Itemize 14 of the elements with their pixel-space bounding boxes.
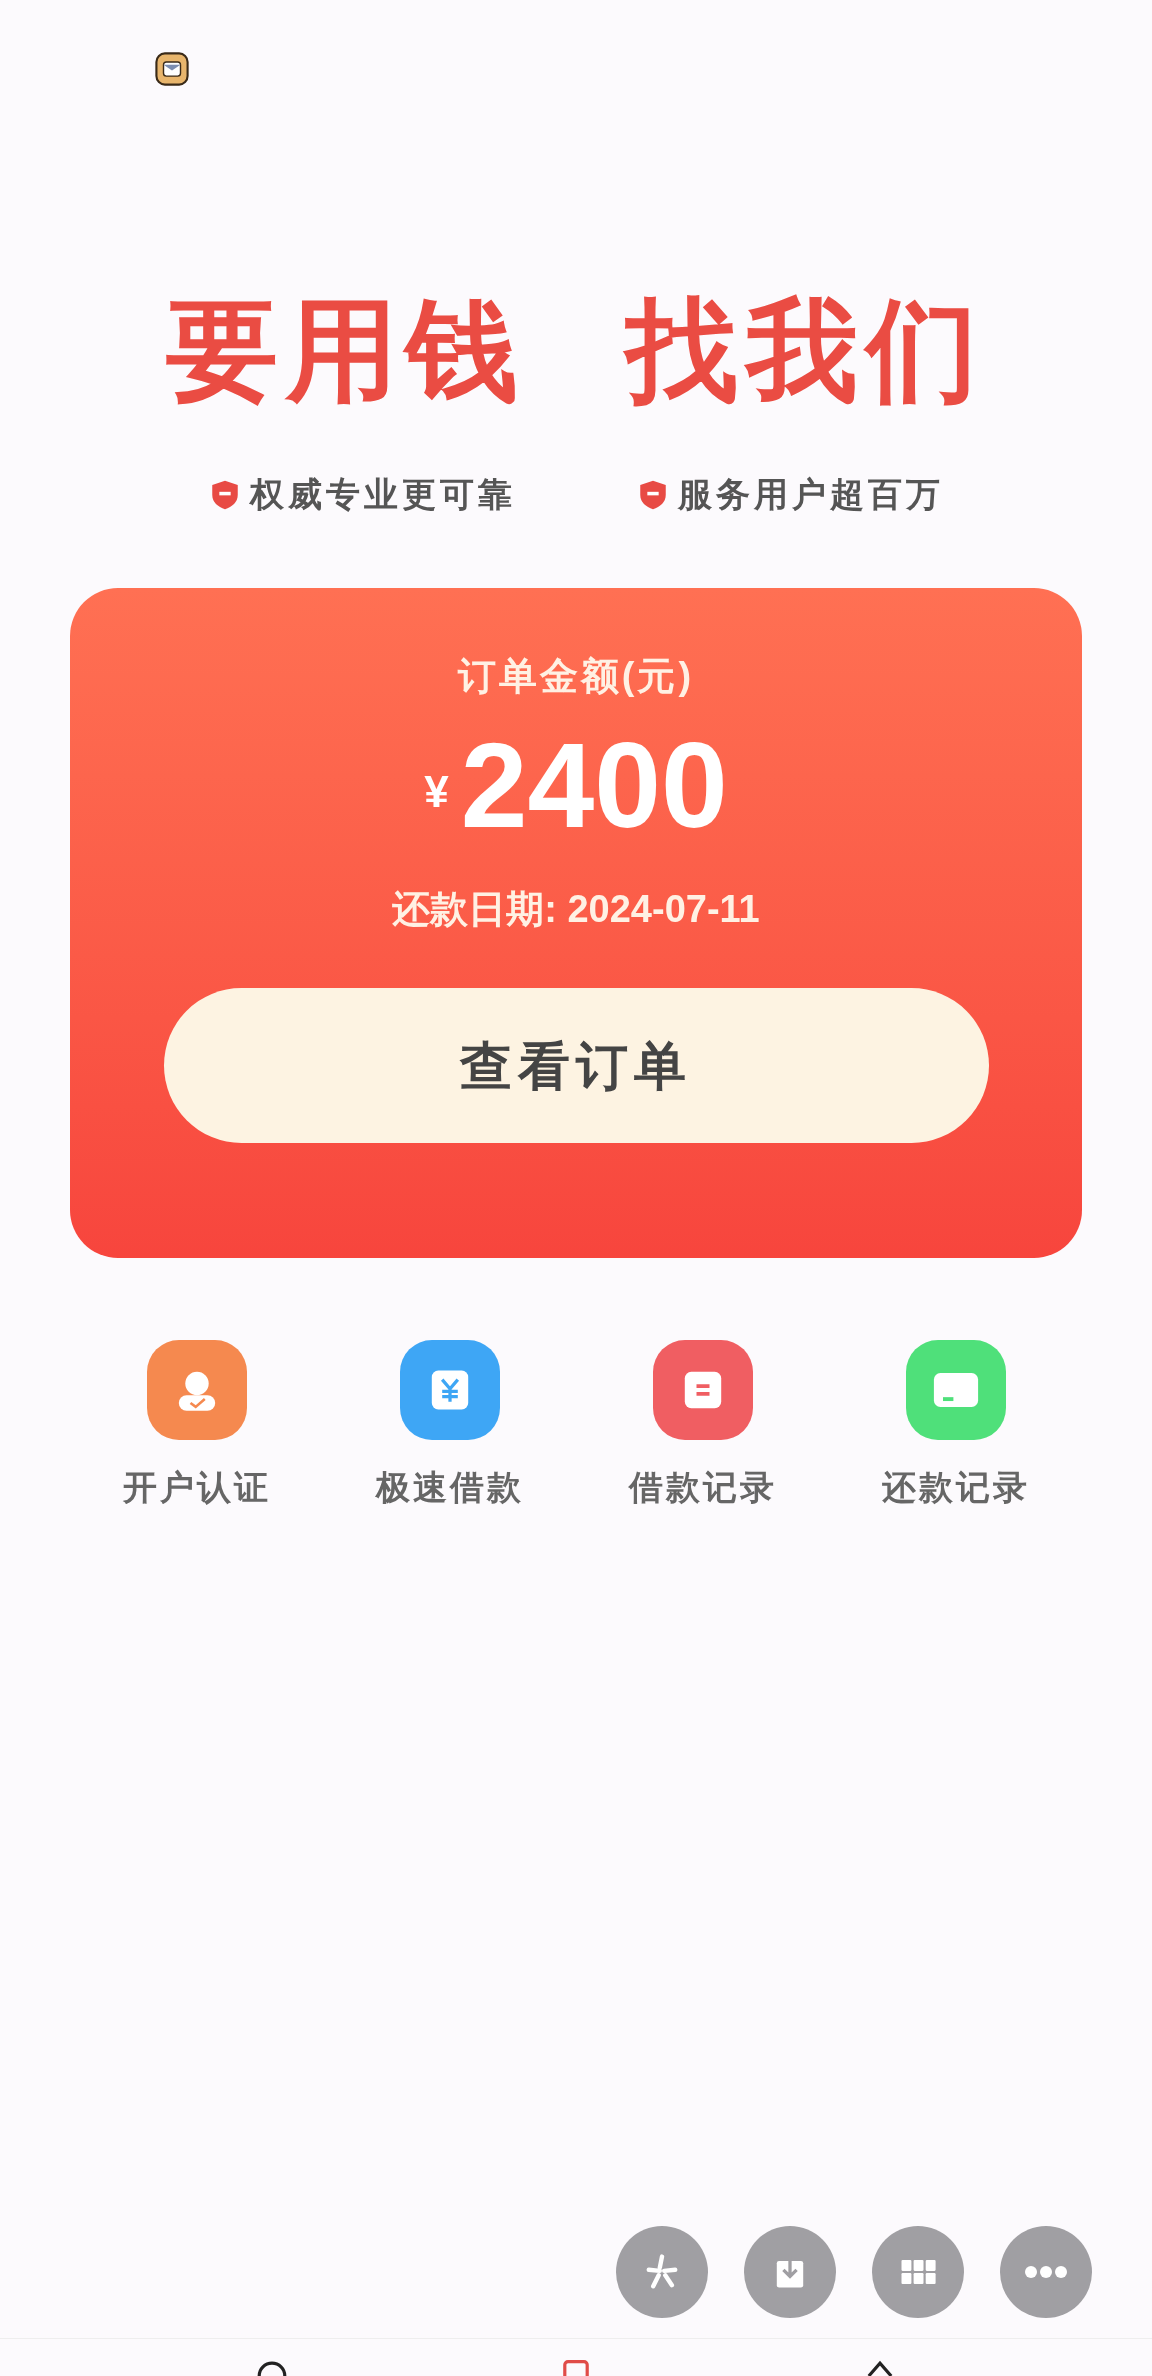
shortcut-item[interactable]: 开户认证 (70, 1340, 323, 1513)
headline: 要用钱 (166, 295, 526, 407)
card-title: 订单金额(元) (457, 654, 695, 699)
badge-text: 权威专业更可靠 (250, 474, 516, 515)
view-order-button[interactable]: 查看订单 (163, 988, 989, 1143)
shortcut-item[interactable]: 借款记录 (576, 1340, 829, 1513)
badge-text: 服务用户超百万 (678, 474, 944, 515)
mail-icon (155, 52, 189, 86)
order-amount: 2400 (460, 725, 728, 845)
more-icon (1025, 2266, 1067, 2278)
shortcut-item[interactable]: 极速借款 (323, 1340, 576, 1513)
shortcut-item[interactable]: 还款记录 (829, 1340, 1082, 1513)
currency-sign: ¥ (424, 766, 449, 818)
due-date: 还款日期: 2024-07-11 (392, 887, 760, 932)
